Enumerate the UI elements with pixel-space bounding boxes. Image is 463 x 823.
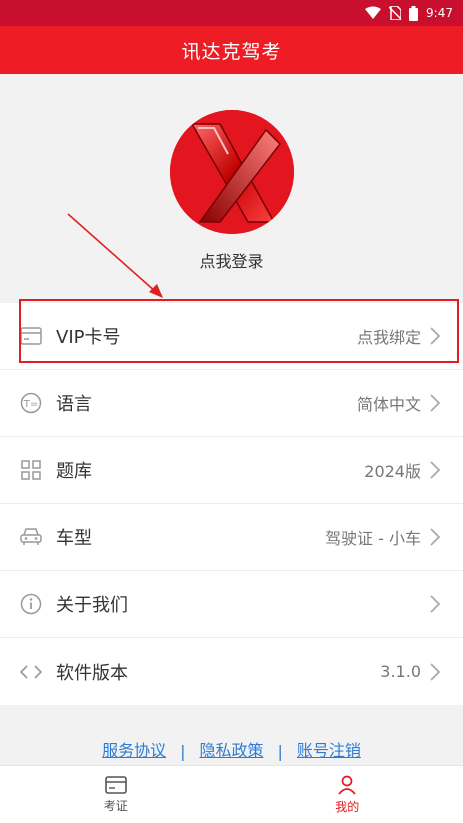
tab-label: 我的 [335, 799, 360, 814]
x-logo-icon [169, 110, 294, 234]
info-icon [20, 593, 42, 615]
menu-item-about[interactable]: 关于我们 [0, 571, 463, 638]
menu-item-vip[interactable]: VIP卡号 点我绑定 [0, 303, 463, 370]
privacy-link[interactable]: 隐私政策 [199, 737, 263, 761]
tab-label: 考证 [103, 798, 128, 813]
menu-item-version[interactable]: 软件版本 3.1.0 [0, 638, 463, 705]
avatar[interactable] [169, 110, 294, 234]
link-separator: | [180, 742, 186, 761]
app-title: 讯达克驾考 [181, 40, 282, 63]
status-bar: 9:47 [0, 0, 463, 26]
footer-links: 服务协议 | 隐私政策 | 账号注销 [0, 705, 463, 765]
car-icon [20, 526, 42, 548]
menu-value: 2024版 [364, 462, 421, 481]
code-icon [20, 661, 42, 683]
card-icon [20, 325, 42, 347]
no-sim-icon [389, 6, 402, 20]
menu-label: 语言 [56, 394, 92, 415]
id-card-icon [104, 775, 127, 794]
menu-item-car-type[interactable]: 车型 驾驶证 - 小车 [0, 504, 463, 571]
app-bar: 讯达克驾考 [0, 26, 463, 74]
menu-item-question-bank[interactable]: 题库 2024版 [0, 437, 463, 504]
menu-label: 软件版本 [56, 662, 128, 684]
menu-value: 简体中文 [356, 395, 421, 414]
menu-label: 关于我们 [56, 595, 128, 616]
terms-link[interactable]: 服务协议 [102, 737, 166, 761]
menu-value: 点我绑定 [356, 328, 421, 347]
menu-value: 驾驶证 - 小车 [325, 529, 421, 548]
status-time: 9:47 [426, 6, 453, 20]
chevron-right-icon [429, 459, 443, 481]
delete-account-link[interactable]: 账号注销 [297, 737, 361, 761]
menu-value: 3.1.0 [380, 662, 421, 681]
menu-label: VIP卡号 [56, 327, 121, 348]
svg-text:T=: T= [23, 399, 39, 410]
grid-icon [20, 459, 42, 481]
menu-label: 车型 [56, 528, 92, 549]
chevron-right-icon [429, 593, 443, 615]
chevron-right-icon [429, 392, 443, 414]
person-icon [338, 775, 356, 795]
profile-section: 点我登录 [0, 74, 463, 303]
chevron-right-icon [429, 526, 443, 548]
menu-item-language[interactable]: T= 语言 简体中文 [0, 370, 463, 437]
tab-exam[interactable]: 考证 [0, 766, 232, 823]
link-separator: | [277, 742, 283, 761]
bottom-nav: 考证 我的 [0, 765, 463, 823]
chevron-right-icon [429, 661, 443, 683]
wifi-icon [365, 6, 382, 20]
menu-list: VIP卡号 点我绑定 T= 语言 简体中文 题库 2024版 车型 驾驶证 - … [0, 303, 463, 705]
chevron-right-icon [429, 325, 443, 347]
language-icon: T= [20, 392, 42, 414]
battery-icon [409, 5, 419, 21]
login-label[interactable]: 点我登录 [199, 248, 263, 272]
menu-label: 题库 [56, 461, 92, 482]
tab-mine[interactable]: 我的 [232, 766, 463, 823]
